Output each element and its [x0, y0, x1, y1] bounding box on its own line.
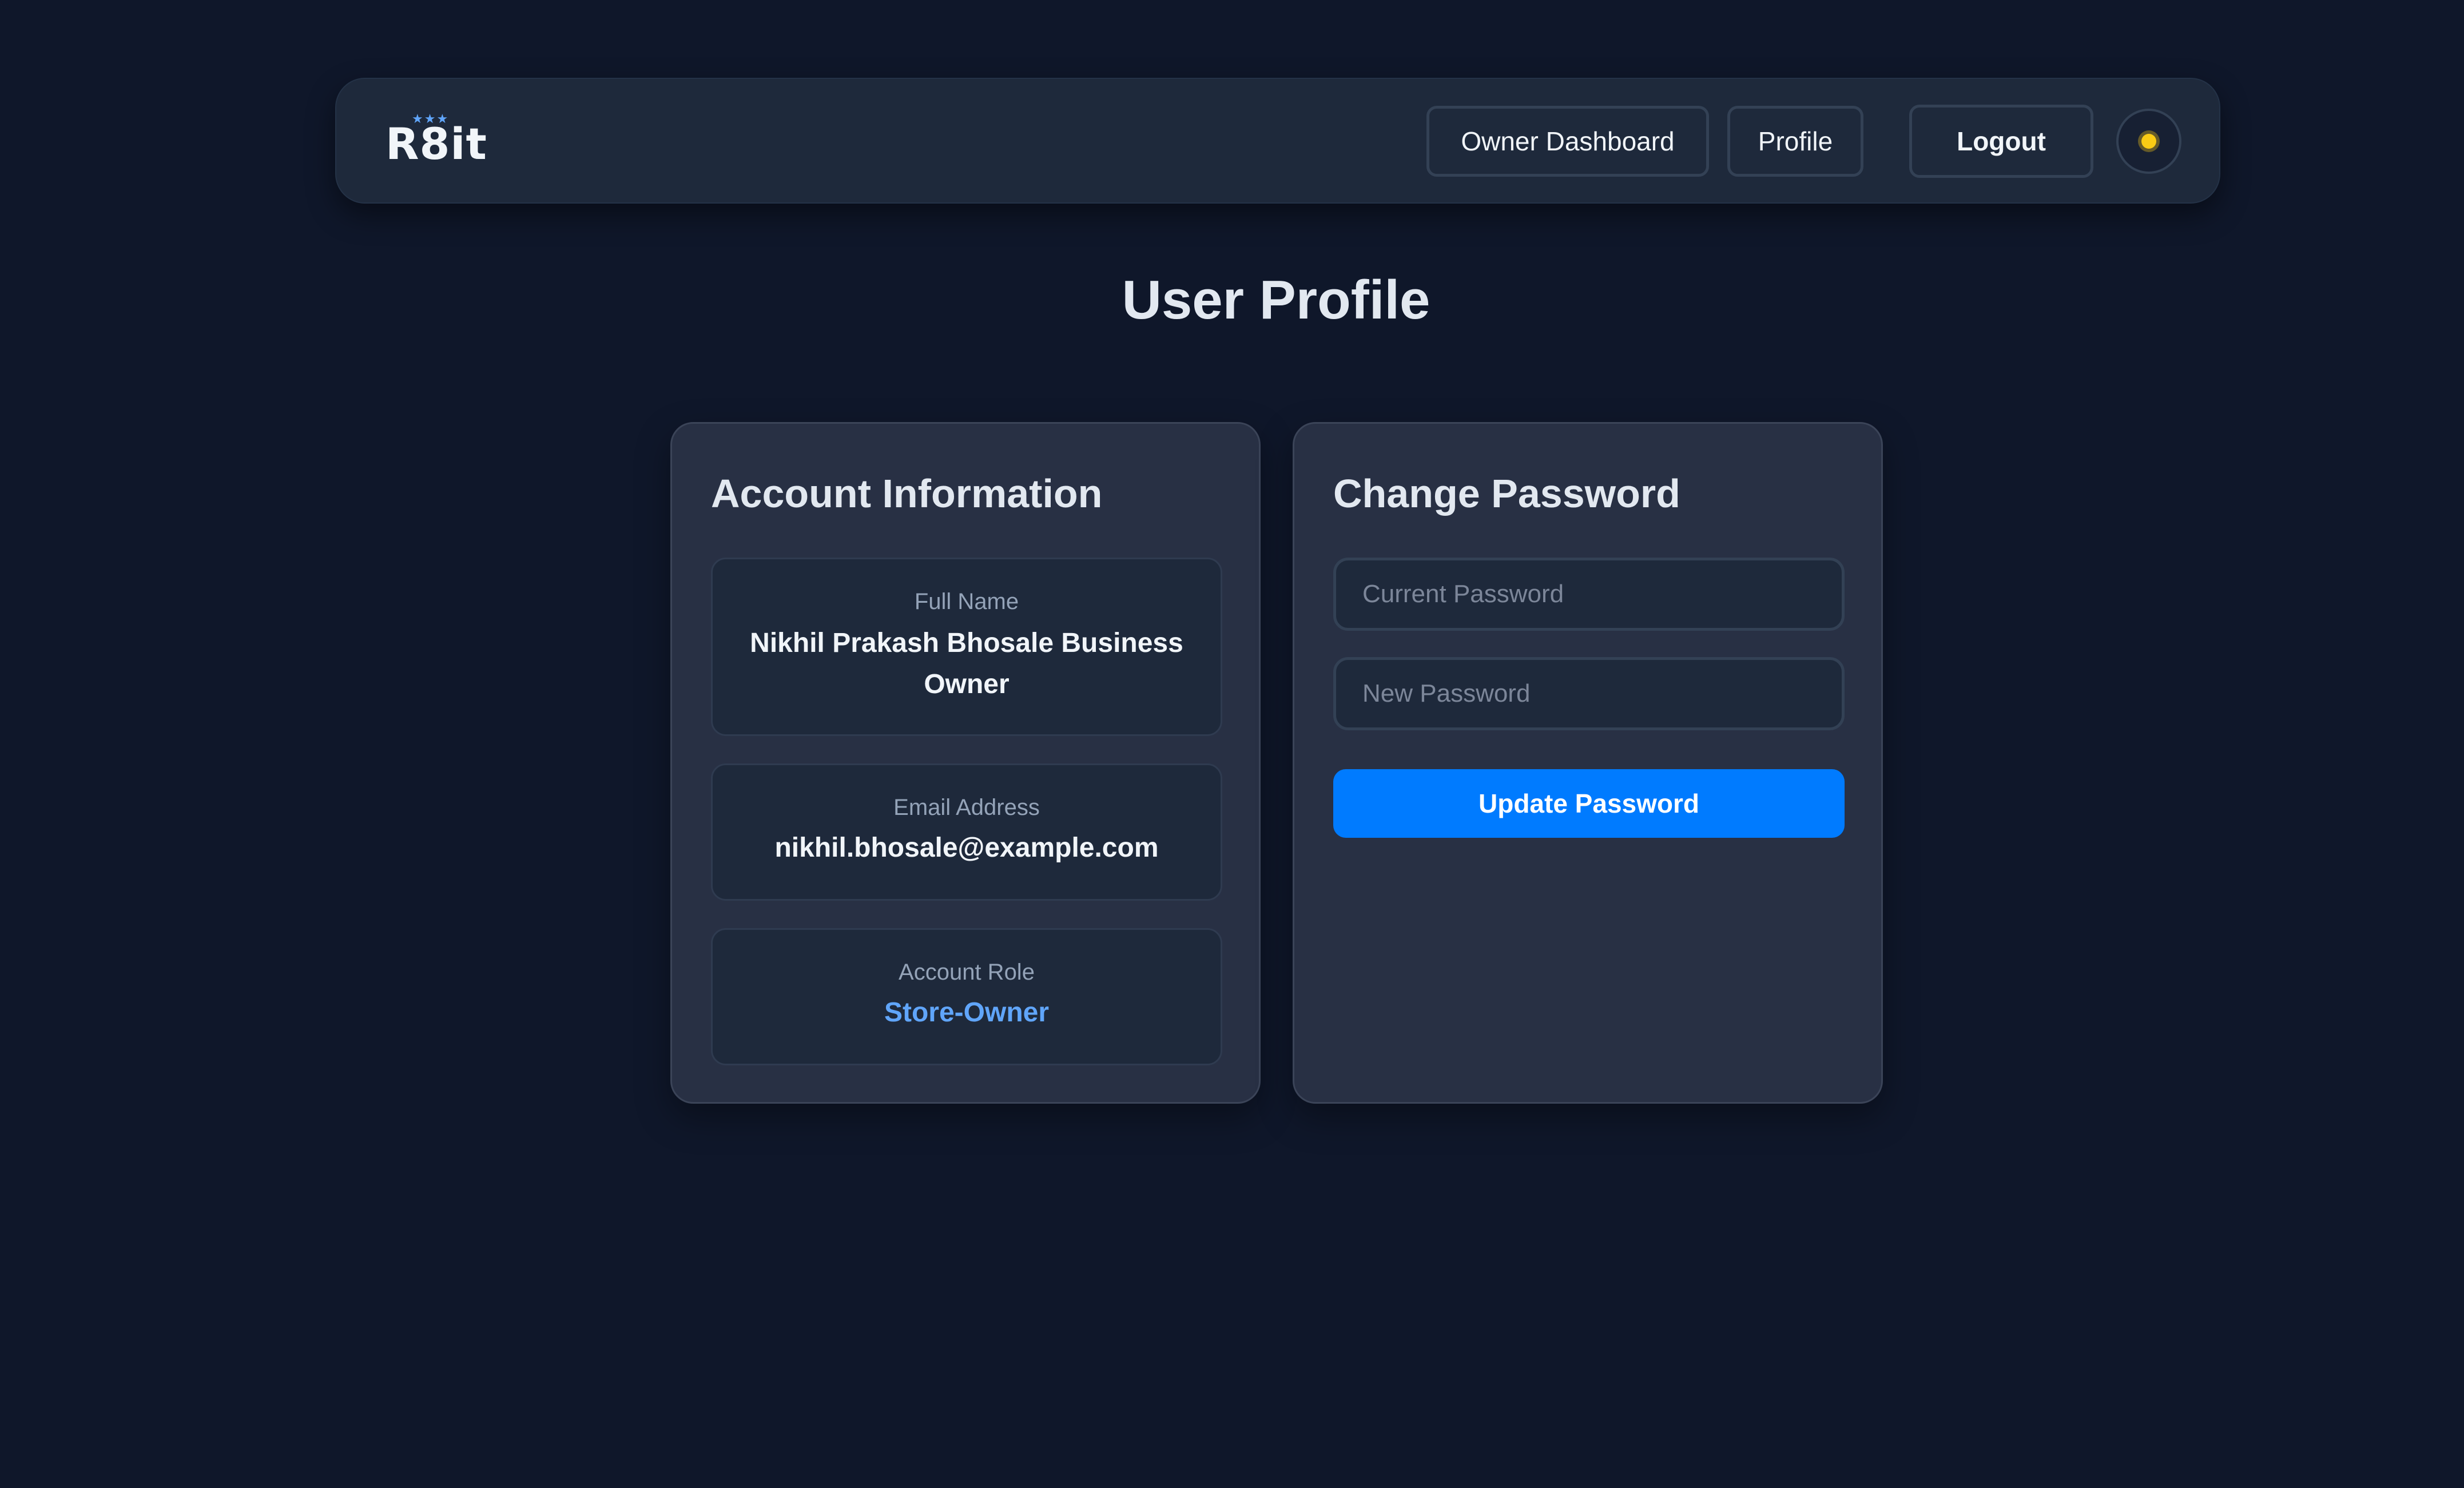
- sun-icon: [2141, 134, 2156, 149]
- account-role-label: Account Role: [899, 960, 1035, 985]
- account-role-value: Store-Owner: [884, 997, 1050, 1028]
- account-information-heading: Account Information: [711, 471, 1103, 516]
- update-password-button[interactable]: Update Password: [1333, 769, 1845, 838]
- brand-logo[interactable]: ★★★ R8it: [386, 112, 487, 169]
- account-role-box: Account Role Store-Owner: [711, 928, 1222, 1065]
- full-name-value: Nikhil Prakash Bhosale Business Owner: [750, 628, 1183, 699]
- full-name-label: Full Name: [914, 589, 1019, 614]
- full-name-box: Full Name Nikhil Prakash Bhosale Busines…: [711, 558, 1222, 736]
- change-password-card: Change Password Update Password: [1293, 422, 1883, 1104]
- email-address-label: Email Address: [893, 795, 1040, 820]
- page-title: User Profile: [1122, 269, 1430, 331]
- top-navbar: ★★★ R8it Owner Dashboard Profile Logout: [335, 78, 2220, 204]
- theme-toggle-button[interactable]: [2116, 109, 2181, 174]
- nav-owner-dashboard-link[interactable]: Owner Dashboard: [1426, 106, 1709, 177]
- account-information-card: Account Information Full Name Nikhil Pra…: [670, 422, 1261, 1104]
- email-address-value: nikhil.bhosale@example.com: [774, 833, 1159, 863]
- nav-profile-link[interactable]: Profile: [1727, 106, 1863, 177]
- logo-stars-icon: ★★★: [412, 112, 450, 126]
- new-password-input[interactable]: [1333, 657, 1845, 730]
- email-address-box: Email Address nikhil.bhosale@example.com: [711, 763, 1222, 901]
- change-password-heading: Change Password: [1333, 471, 1680, 516]
- current-password-input[interactable]: [1333, 558, 1845, 631]
- logout-button[interactable]: Logout: [1909, 105, 2093, 178]
